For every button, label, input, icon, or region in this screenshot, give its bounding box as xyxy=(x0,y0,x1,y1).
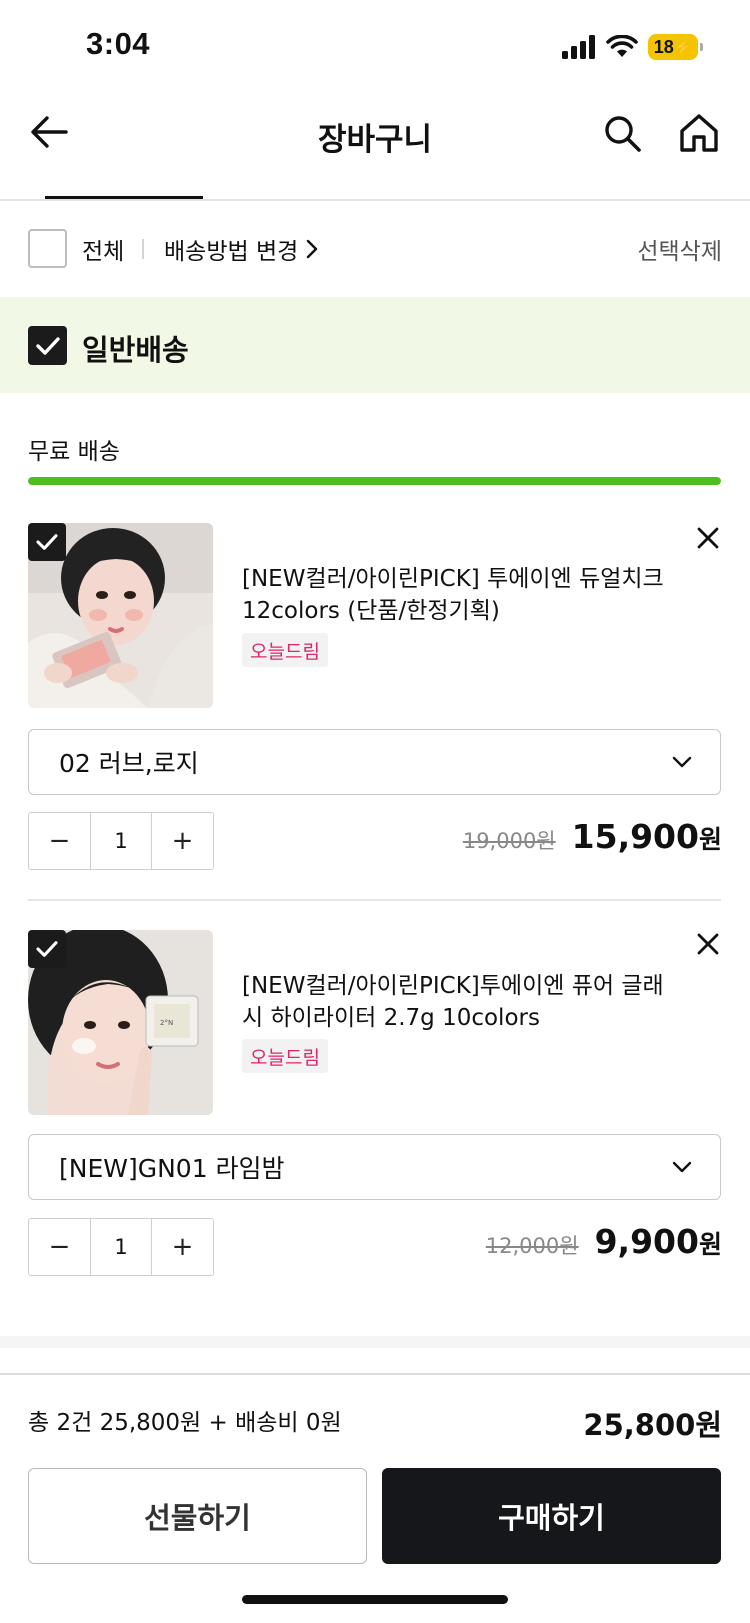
total-price: 25,800원 xyxy=(583,1408,722,1442)
price-row: 12,000원 9,900원 xyxy=(486,1222,722,1261)
original-price: 19,000원 xyxy=(462,829,556,853)
free-shipping-label: 무료 배송 xyxy=(28,439,120,465)
quantity-stepper: − 1 + xyxy=(28,812,214,870)
select-all-label[interactable]: 전체 xyxy=(82,232,124,266)
item-checkbox[interactable] xyxy=(28,523,66,561)
wifi-icon xyxy=(606,35,638,57)
delete-selected-button[interactable]: 선택삭제 xyxy=(637,232,722,266)
currency: 원 xyxy=(698,1230,722,1259)
quantity-value[interactable]: 1 xyxy=(90,1219,152,1275)
home-indicator xyxy=(242,1595,508,1604)
home-icon[interactable] xyxy=(679,113,719,153)
section-gap xyxy=(0,1336,750,1348)
item-divider xyxy=(28,899,721,901)
option-value: 02 러브,로지 xyxy=(59,749,199,778)
increase-button[interactable]: + xyxy=(152,813,213,869)
currency: 원 xyxy=(698,825,722,854)
sale-price: 15,900 xyxy=(571,817,699,856)
free-shipping-progress xyxy=(28,477,721,485)
section-checkbox[interactable] xyxy=(28,326,67,365)
chevron-down-icon xyxy=(672,1161,692,1173)
option-select[interactable]: 02 러브,로지 xyxy=(28,729,721,795)
sale-price: 9,900 xyxy=(594,1222,699,1261)
check-icon xyxy=(35,336,60,355)
battery-level: 18 xyxy=(653,36,674,57)
check-icon xyxy=(36,941,58,957)
original-price: 12,000원 xyxy=(485,1234,579,1258)
delivery-badge: 오늘드림 xyxy=(242,633,328,667)
chevron-down-icon xyxy=(672,756,692,768)
status-time: 3:04 xyxy=(86,26,151,61)
quantity-stepper: − 1 + xyxy=(28,1218,214,1276)
close-icon[interactable] xyxy=(694,524,722,552)
search-icon[interactable] xyxy=(604,115,642,153)
buy-button[interactable]: 구매하기 xyxy=(382,1468,721,1564)
price-row: 19,000원 15,900원 xyxy=(463,817,722,856)
check-icon xyxy=(36,534,58,550)
quantity-value[interactable]: 1 xyxy=(90,813,152,869)
section-title: 일반배송 xyxy=(82,333,189,367)
item-checkbox[interactable] xyxy=(28,930,66,968)
delivery-badge: 오늘드림 xyxy=(242,1039,328,1073)
shipping-method-label: 배송방법 변경 xyxy=(164,239,299,265)
battery-indicator: 18 ⚡ xyxy=(648,34,703,60)
select-all-checkbox[interactable] xyxy=(28,229,67,268)
product-name[interactable]: [NEW컬러/아이린PICK]투에이엔 퓨어 글래시 하이라이터 2.7g 10… xyxy=(242,970,682,1034)
svg-text:2°N: 2°N xyxy=(160,1019,173,1027)
divider xyxy=(142,239,144,259)
footer-divider xyxy=(0,1373,750,1375)
product-name[interactable]: [NEW컬러/아이린PICK] 투에이엔 듀얼치크 12colors (단품/한… xyxy=(242,563,682,627)
progress-fill xyxy=(28,477,721,485)
order-summary: 총 2건 25,800원 + 배송비 0원 xyxy=(28,1410,342,1436)
decrease-button[interactable]: − xyxy=(29,1219,90,1275)
option-value: [NEW]GN01 라임밤 xyxy=(59,1154,285,1183)
option-select[interactable]: [NEW]GN01 라임밤 xyxy=(28,1134,721,1200)
signal-icon xyxy=(562,35,595,59)
shipping-method-button[interactable]: 배송방법 변경 xyxy=(164,232,318,266)
increase-button[interactable]: + xyxy=(152,1219,213,1275)
decrease-button[interactable]: − xyxy=(29,813,90,869)
chevron-right-icon xyxy=(307,239,318,259)
header-divider xyxy=(0,199,750,201)
gift-button[interactable]: 선물하기 xyxy=(28,1468,367,1564)
close-icon[interactable] xyxy=(694,930,722,958)
status-icons: 18 ⚡ xyxy=(562,34,703,60)
